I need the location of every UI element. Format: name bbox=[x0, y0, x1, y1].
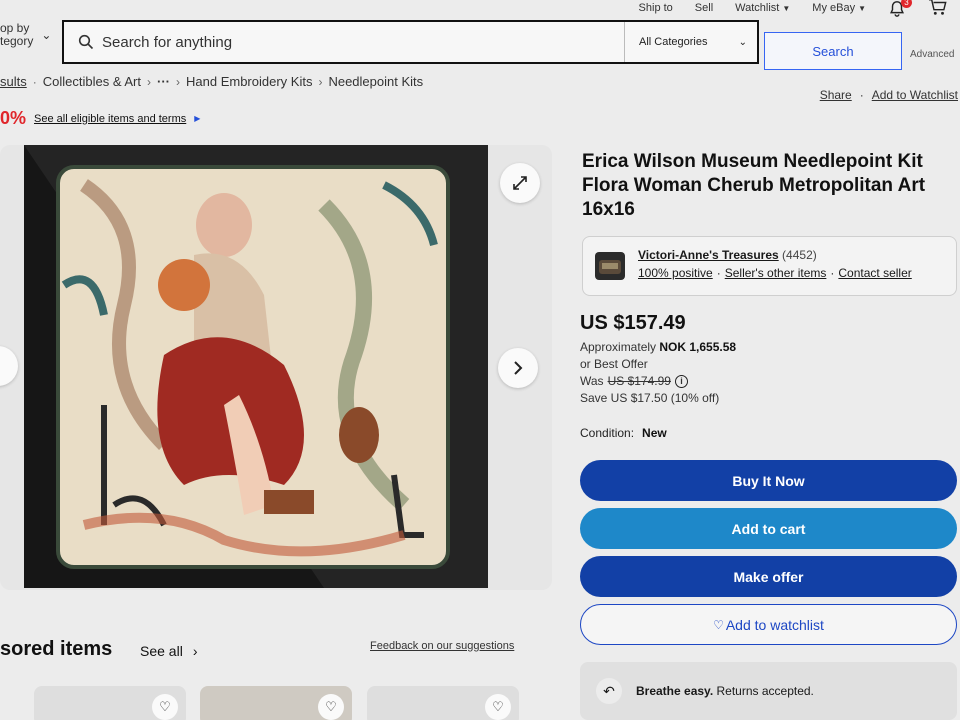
heart-icon[interactable]: ♡ bbox=[152, 694, 178, 720]
chevron-right-icon: › bbox=[318, 74, 323, 89]
breadcrumb-item[interactable]: Collectibles & Art bbox=[43, 74, 141, 89]
chevron-right-icon: › bbox=[176, 74, 180, 89]
breadcrumb: sults · Collectibles & Art › ··· › Hand … bbox=[0, 74, 423, 89]
search-bar: All Categories ⌄ bbox=[62, 20, 759, 64]
approx-price: Approximately NOK 1,655.58 bbox=[580, 340, 736, 354]
add-to-watchlist-link[interactable]: Add to Watchlist bbox=[872, 88, 958, 102]
add-to-cart-button[interactable]: Add to cart bbox=[580, 508, 957, 549]
best-offer-text: or Best Offer bbox=[580, 357, 648, 371]
condition: Condition: New bbox=[580, 426, 667, 440]
heart-icon[interactable]: ♡ bbox=[485, 694, 511, 720]
category-select[interactable]: All Categories ⌄ bbox=[624, 22, 759, 62]
chevron-down-icon: ⌄ bbox=[41, 27, 52, 42]
my-ebay-menu[interactable]: My eBay ▼ bbox=[812, 2, 866, 14]
sponsored-item-card[interactable]: ♡ bbox=[200, 686, 352, 720]
see-all-label: See all bbox=[140, 643, 183, 659]
price: US $157.49 bbox=[580, 312, 686, 334]
search-button[interactable]: Search bbox=[764, 32, 902, 70]
returns-banner: ↶ Breathe easy. Returns accepted. bbox=[580, 662, 957, 720]
product-image[interactable] bbox=[24, 145, 488, 588]
chevron-right-icon: › bbox=[147, 74, 151, 89]
make-offer-button[interactable]: Make offer bbox=[580, 556, 957, 597]
seller-name-line: Victori-Anne's Treasures (4452) bbox=[638, 248, 817, 262]
was-label: Was bbox=[580, 374, 604, 388]
search-input[interactable] bbox=[102, 33, 622, 51]
sponsored-item-card[interactable]: ♡ bbox=[367, 686, 519, 720]
contact-seller-link[interactable]: Contact seller bbox=[838, 266, 911, 280]
seller-logo-icon bbox=[599, 260, 621, 274]
shop-by-category[interactable]: op by tegory ⌄ bbox=[0, 22, 51, 48]
seller-card: Victori-Anne's Treasures (4452) 100% pos… bbox=[582, 236, 957, 296]
returns-text: Breathe easy. Returns accepted. bbox=[636, 684, 814, 698]
breadcrumb-separator: · bbox=[32, 74, 37, 89]
chevron-down-icon: ▼ bbox=[782, 3, 791, 13]
approx-label: Approximately bbox=[580, 340, 657, 354]
ship-to-label: Ship to bbox=[638, 2, 673, 14]
seller-positive-link[interactable]: 100% positive bbox=[638, 266, 713, 280]
arrow-right-icon: ▶ bbox=[194, 114, 201, 123]
ship-to-link[interactable]: Ship to bbox=[639, 2, 673, 14]
promo-percent: 0% bbox=[0, 108, 27, 128]
buy-it-now-button[interactable]: Buy It Now bbox=[580, 460, 957, 501]
listing-title: Erica Wilson Museum Needlepoint Kit Flor… bbox=[582, 151, 926, 220]
add-to-watchlist-label: Add to watchlist bbox=[725, 616, 824, 633]
approx-value: NOK 1,655.58 bbox=[659, 340, 737, 354]
breadcrumb-item[interactable]: Hand Embroidery Kits bbox=[186, 74, 312, 89]
condition-value: New bbox=[642, 426, 667, 440]
breadcrumb-more-button[interactable]: ··· bbox=[157, 74, 170, 89]
condition-label: Condition: bbox=[580, 426, 635, 440]
watchlist-label: Watchlist bbox=[735, 2, 780, 14]
promo-terms-link[interactable]: See all eligible items and terms bbox=[34, 113, 186, 125]
sell-label: Sell bbox=[694, 2, 714, 14]
sponsored-item-card[interactable]: ♡ bbox=[34, 686, 186, 720]
returns-detail: Returns accepted. bbox=[716, 684, 814, 698]
chevron-right-icon: › bbox=[192, 643, 198, 659]
needlepoint-pillow-image bbox=[24, 145, 488, 588]
promo-banner: 0% See all eligible items and terms ▶ bbox=[0, 108, 200, 129]
next-image-button[interactable] bbox=[498, 348, 538, 388]
add-to-watchlist-button[interactable]: ♡ Add to watchlist bbox=[580, 604, 957, 645]
expand-image-button[interactable] bbox=[500, 163, 540, 203]
was-price: Was US $174.99 i bbox=[580, 374, 688, 388]
cart-icon bbox=[929, 0, 947, 15]
separator-dot: · bbox=[716, 266, 721, 280]
savings-text: Save US $17.50 (10% off) bbox=[580, 391, 720, 405]
separator-dot: · bbox=[859, 88, 864, 102]
seller-name-link[interactable]: Victori-Anne's Treasures bbox=[638, 248, 779, 262]
utility-nav: Ship to Sell Watchlist ▼ My eBay ▼ 3 bbox=[639, 0, 960, 19]
chevron-right-icon bbox=[514, 361, 523, 375]
seller-other-items-link[interactable]: Seller's other items bbox=[725, 266, 827, 280]
info-icon[interactable]: i bbox=[674, 374, 688, 388]
advanced-search-link[interactable]: Advanced bbox=[910, 49, 954, 60]
sell-link[interactable]: Sell bbox=[695, 2, 713, 14]
watchlist-menu[interactable]: Watchlist ▼ bbox=[735, 2, 790, 14]
sponsored-heading: sored items bbox=[0, 638, 113, 660]
expand-icon bbox=[513, 176, 527, 190]
shop-by-line2: tegory bbox=[0, 34, 34, 48]
breadcrumb-item[interactable]: Needlepoint Kits bbox=[328, 74, 423, 89]
shop-by-label: op by tegory bbox=[0, 22, 33, 48]
heart-icon[interactable]: ♡ bbox=[318, 694, 344, 720]
returns-bold: Breathe easy. bbox=[636, 684, 714, 698]
seller-avatar[interactable] bbox=[595, 252, 625, 280]
share-link[interactable]: Share bbox=[820, 88, 852, 102]
breadcrumb-results-link[interactable]: sults bbox=[0, 74, 27, 89]
chevron-down-icon: ▼ bbox=[858, 3, 866, 13]
seller-feedback-count: (4452) bbox=[782, 248, 817, 262]
seller-links: 100% positive · Seller's other items · C… bbox=[638, 266, 912, 280]
heart-icon: ♡ bbox=[713, 617, 724, 632]
cart-button[interactable] bbox=[928, 0, 948, 19]
notification-count-badge: 3 bbox=[901, 0, 912, 8]
feedback-link[interactable]: Feedback on our suggestions bbox=[370, 640, 514, 652]
notifications-button[interactable]: 3 bbox=[888, 0, 912, 17]
chevron-down-icon: ⌄ bbox=[738, 36, 747, 48]
return-arrow-icon: ↶ bbox=[596, 678, 622, 704]
category-select-label: All Categories bbox=[639, 36, 708, 48]
my-ebay-label: My eBay bbox=[812, 2, 856, 14]
search-icon bbox=[78, 34, 94, 50]
see-all-link[interactable]: See all › bbox=[140, 643, 197, 659]
separator-dot: · bbox=[830, 266, 835, 280]
share-actions: Share · Add to Watchlist bbox=[820, 88, 958, 102]
was-price-value: US $174.99 bbox=[607, 374, 671, 388]
